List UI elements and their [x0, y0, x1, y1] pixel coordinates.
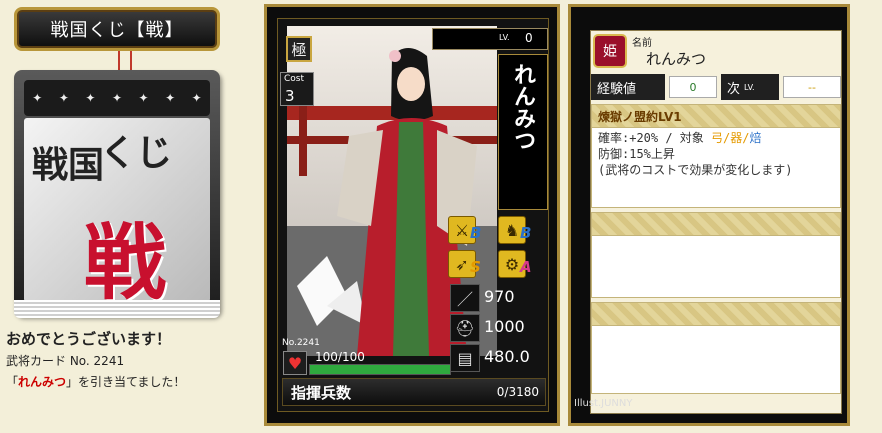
- aptitude-horse: ♞ B: [498, 216, 544, 244]
- aptitude-spear: ⚔ B: [448, 216, 494, 244]
- xp-value: 0: [669, 76, 717, 98]
- rarity-badge: 極: [286, 36, 312, 62]
- sword-icon: ／: [450, 284, 480, 312]
- attack-value: 970: [484, 287, 515, 306]
- level-value: 0: [525, 31, 533, 45]
- aptitude-grade: A: [520, 258, 532, 276]
- diamond-icon: ✦: [191, 91, 202, 105]
- experience-row: 経験値 0 次 LV. --: [591, 74, 841, 100]
- diamond-icon: ✦: [58, 91, 69, 105]
- skill-line-1: 確率:+20% / 対象 弓/器/焙: [598, 130, 834, 146]
- result-message: 「れんみつ」を引き当てました！: [6, 373, 185, 390]
- pad-text-sengoku: 戦国: [32, 144, 105, 186]
- skill-sep: /: [742, 131, 750, 145]
- skill-title-empty: [592, 303, 840, 326]
- name-value: れんみつ: [646, 50, 707, 68]
- level-box: LV. 0: [432, 28, 548, 50]
- aptitude-grade: B: [520, 224, 532, 242]
- stat-attack: ／ 970: [450, 284, 546, 312]
- card-name-vertical: れんみつ: [498, 54, 548, 210]
- cost-value: 3: [285, 87, 295, 105]
- result-name[interactable]: れんみつ: [18, 375, 66, 389]
- hp-bar: [309, 364, 451, 375]
- aptitude-grid: ⚔ B ♞ B ➶ S ⚙ A: [448, 216, 546, 282]
- next-label: 次: [727, 81, 741, 97]
- troops-value: 0/3180: [496, 385, 539, 399]
- skill-target-siege: 器: [730, 131, 743, 145]
- diamond-icon: ✦: [138, 91, 149, 105]
- pad-header-strip: ✦ ✦ ✦ ✦ ✦ ✦ ✦: [24, 80, 210, 116]
- troops-bar: 指揮兵数 0/3180: [282, 378, 546, 406]
- helmet-icon: ⛑: [450, 314, 480, 342]
- congrats-message: おめでとうございます！: [6, 330, 172, 348]
- princess-crest-icon: 姫: [593, 34, 627, 68]
- next-level-value: --: [783, 76, 841, 98]
- skill-title-empty: [592, 213, 840, 236]
- name-label: 名前: [632, 38, 652, 49]
- pad-face: 戦国 くじ 戦: [24, 118, 210, 302]
- aptitude-grade: B: [470, 224, 482, 242]
- skill-panel-3: [591, 302, 841, 394]
- skill-panel-2: [591, 212, 841, 298]
- aptitude-siege: ⚙ A: [498, 250, 544, 278]
- next-level-label: 次 LV.: [721, 74, 779, 100]
- skill-description: 確率:+20% / 対象 弓/器/焙 防御:15%上昇 (武将のコストで効果が変…: [592, 128, 840, 180]
- skill-target-bow: 弓: [711, 131, 724, 145]
- skill-line-2: 防御:15%上昇: [598, 147, 675, 161]
- heart-icon: ♥: [283, 351, 307, 375]
- lottery-title-plate: 戦国くじ【戦】: [14, 7, 220, 51]
- xp-label: 経験値: [591, 74, 665, 100]
- diamond-icon: ✦: [32, 91, 43, 105]
- aptitude-grade: S: [470, 258, 481, 276]
- result-prefix: 「: [6, 375, 19, 389]
- cost-badge: Cost 3: [280, 72, 314, 106]
- card-number-line: 武将カード No. 2241: [6, 354, 125, 368]
- skill-title: 煉獄ノ盟約LV1: [592, 105, 840, 128]
- skill-panel-1: 煉獄ノ盟約LV1 確率:+20% / 対象 弓/器/焙 防御:15%上昇 (武将…: [591, 104, 841, 208]
- pad-text-kuji: くじ: [100, 132, 173, 174]
- lottery-title: 戦国くじ【戦】: [50, 20, 184, 41]
- skill-line-3: (武将のコストで効果が変化します): [598, 163, 793, 177]
- hp-bar-fill: [310, 365, 450, 374]
- stat-defense: ⛑ 1000: [450, 314, 546, 342]
- result-suffix: 」を引き当てました！: [66, 375, 186, 389]
- pad-page-edges: [14, 300, 220, 318]
- diamond-icon: ✦: [165, 91, 176, 105]
- illustrator-credit: Illust.JUNNY: [574, 398, 633, 409]
- hp-value: 100/100: [315, 350, 365, 364]
- defense-value: 1000: [484, 317, 525, 336]
- skill-target-cannon: 焙: [749, 131, 762, 145]
- cost-label: Cost: [284, 74, 305, 84]
- diamond-icon: ✦: [85, 91, 96, 105]
- aptitude-bow: ➶ S: [448, 250, 494, 278]
- hp-row: ♥ 100/100: [283, 350, 543, 376]
- troops-label: 指揮兵数: [291, 384, 352, 402]
- pad-text-ikusa: 戦: [84, 215, 167, 302]
- next-lv-label: LV.: [744, 82, 755, 92]
- diamond-icon: ✦: [111, 91, 122, 105]
- level-label: LV.: [499, 33, 510, 42]
- card-number: No.2241: [282, 338, 320, 348]
- skill-rate-text: 確率:+20% / 対象: [598, 131, 712, 145]
